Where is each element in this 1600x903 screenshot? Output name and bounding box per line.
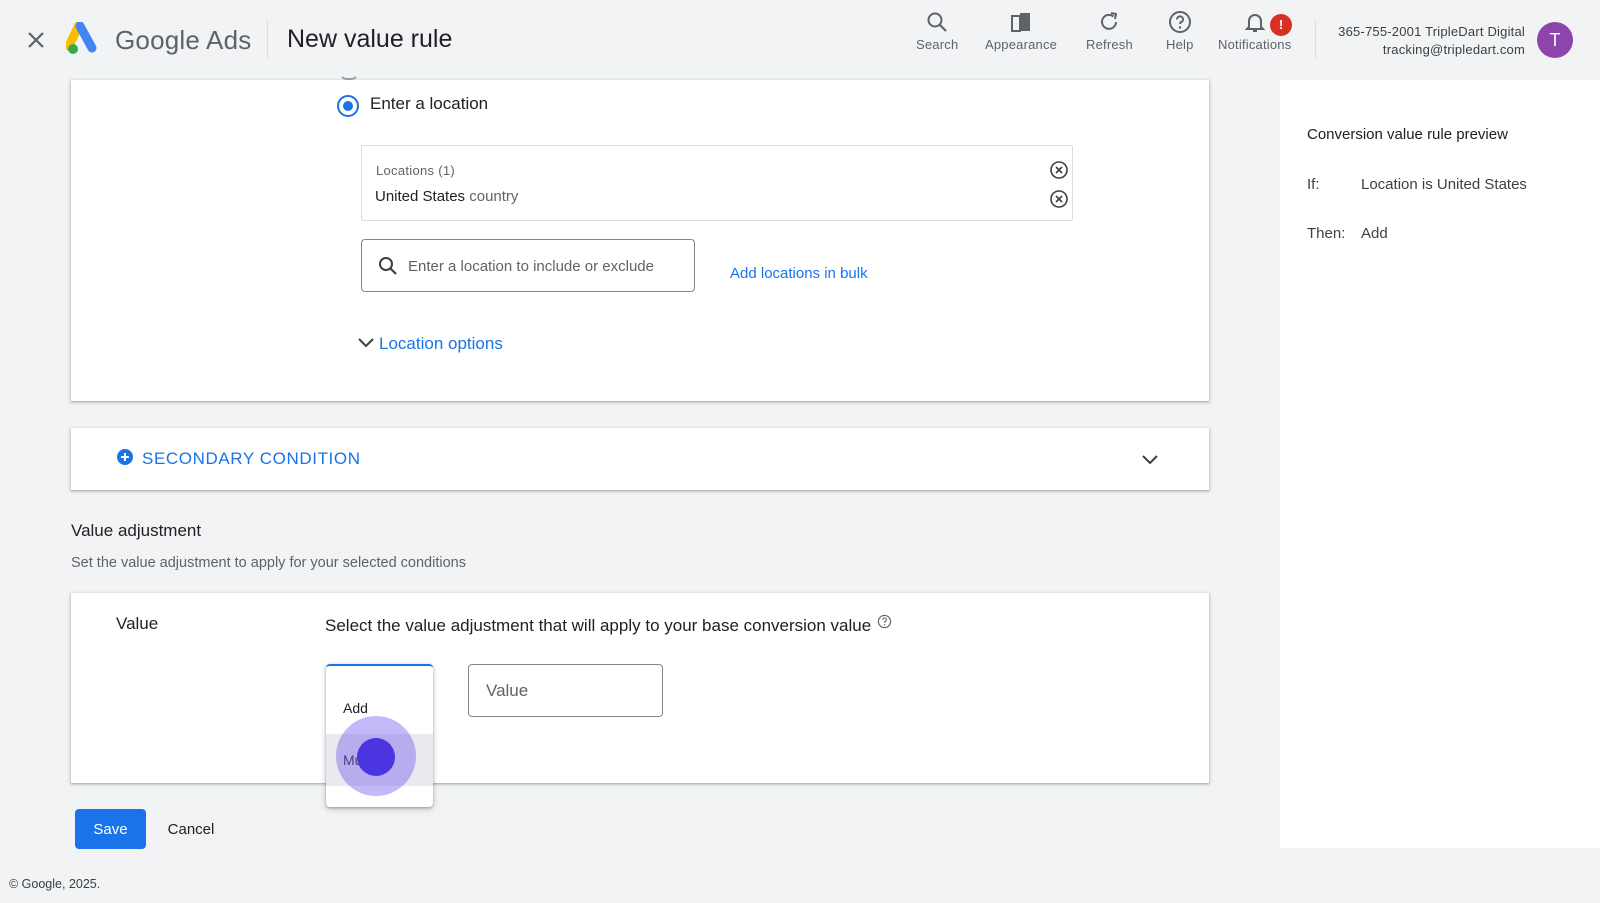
preview-if-row: If: Location is United States bbox=[1307, 176, 1527, 193]
value-adjustment-question: Select the value adjustment that will ap… bbox=[325, 614, 892, 636]
close-icon[interactable] bbox=[22, 26, 50, 54]
account-info[interactable]: 365-755-2001 TripleDart Digital tracking… bbox=[1338, 23, 1525, 59]
top-bar: Google Ads New value rule Search Appeara… bbox=[0, 0, 1600, 80]
rule-preview-panel: Conversion value rule preview If: Locatio… bbox=[1280, 80, 1600, 848]
appearance-icon bbox=[1011, 13, 1031, 32]
value-adjustment-title: Value adjustment bbox=[71, 521, 202, 540]
search-icon bbox=[927, 12, 947, 32]
refresh-tool-button[interactable]: Refresh bbox=[1086, 10, 1133, 52]
help-icon[interactable] bbox=[877, 614, 892, 634]
bell-icon bbox=[1244, 14, 1266, 32]
click-indicator-inner bbox=[357, 738, 395, 776]
remove-location-icon[interactable] bbox=[1049, 189, 1069, 209]
secondary-condition-label: SECONDARY CONDITION bbox=[142, 449, 361, 468]
chevron-down-icon bbox=[358, 338, 374, 348]
value-field-label: Value bbox=[116, 614, 159, 633]
chevron-down-icon[interactable] bbox=[1140, 450, 1160, 475]
remove-all-icon[interactable] bbox=[1049, 160, 1069, 180]
value-amount-field[interactable] bbox=[468, 664, 663, 717]
location-search-field[interactable] bbox=[361, 239, 695, 292]
preview-then-label: Then: bbox=[1307, 225, 1346, 242]
location-options-label: Location options bbox=[379, 334, 503, 353]
value-adjustment-description: Set the value adjustment to apply for yo… bbox=[71, 555, 466, 571]
cancel-button[interactable]: Cancel bbox=[155, 809, 227, 849]
preview-if-label: If: bbox=[1307, 176, 1320, 193]
refresh-icon bbox=[1101, 12, 1118, 30]
enter-location-label: Enter a location bbox=[370, 94, 489, 113]
value-question-text: Select the value adjustment that will ap… bbox=[325, 616, 872, 635]
header-divider bbox=[1315, 20, 1316, 58]
preview-then-row: Then: Add bbox=[1307, 225, 1388, 242]
location-options-toggle[interactable]: Location options bbox=[357, 334, 503, 354]
location-search-input[interactable] bbox=[408, 254, 688, 278]
product-name: Google Ads bbox=[115, 25, 252, 55]
notifications-tool-button[interactable]: Notifications ! bbox=[1218, 10, 1292, 52]
add-circle-icon bbox=[117, 449, 133, 465]
help-tool-label: Help bbox=[1166, 37, 1194, 52]
secondary-condition-card[interactable]: SECONDARY CONDITION bbox=[71, 428, 1209, 490]
help-tool-button[interactable]: Help bbox=[1166, 10, 1194, 52]
page-title: New value rule bbox=[287, 25, 453, 53]
location-name: United States bbox=[375, 188, 466, 205]
refresh-tool-label: Refresh bbox=[1086, 37, 1133, 52]
account-id: 365-755-2001 TripleDart Digital bbox=[1338, 24, 1525, 39]
account-email: tracking@tripledart.com bbox=[1382, 42, 1525, 57]
google-ads-logo-icon bbox=[64, 20, 102, 56]
value-adjustment-card: Value Select the value adjustment that w… bbox=[71, 593, 1209, 783]
help-icon bbox=[1168, 11, 1191, 33]
avatar[interactable]: T bbox=[1537, 22, 1573, 58]
value-amount-input[interactable] bbox=[486, 679, 646, 703]
preview-title: Conversion value rule preview bbox=[1307, 126, 1508, 143]
preview-then-value: Add bbox=[1361, 225, 1388, 242]
search-icon bbox=[379, 257, 397, 275]
add-locations-bulk-link[interactable]: Add locations in bulk bbox=[730, 265, 868, 282]
notification-badge: ! bbox=[1270, 14, 1292, 36]
selected-locations-box: Locations (1) United States country bbox=[361, 145, 1073, 221]
notifications-tool-label: Notifications bbox=[1218, 37, 1292, 52]
preview-if-value: Location is United States bbox=[1361, 176, 1527, 193]
search-tool-button[interactable]: Search bbox=[916, 10, 958, 52]
location-item: United States country bbox=[375, 188, 518, 205]
appearance-tool-label: Appearance bbox=[985, 37, 1058, 52]
appearance-tool-button[interactable]: Appearance bbox=[985, 10, 1057, 52]
location-type: country bbox=[469, 188, 519, 205]
locations-count-label: Locations (1) bbox=[376, 163, 456, 178]
search-tool-label: Search bbox=[916, 37, 959, 52]
enter-location-radio[interactable] bbox=[337, 95, 359, 117]
header-divider bbox=[267, 20, 268, 58]
save-button[interactable]: Save bbox=[75, 809, 146, 849]
copyright-footer: © Google, 2025. bbox=[9, 877, 101, 891]
